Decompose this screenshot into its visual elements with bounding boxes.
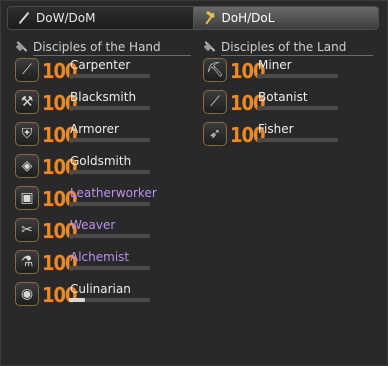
job-row-culinarian[interactable]: ◉ 100 Culinarian <box>15 282 185 312</box>
miner-icon[interactable]: ⛏ <box>203 58 227 82</box>
section-header-hand: Disciples of the Hand <box>15 40 191 56</box>
hammer-icon <box>15 41 29 53</box>
class-job-window: DoW/DoM DoH/DoL Disciples of the Hand Di… <box>0 0 388 366</box>
exp-bar <box>257 106 338 110</box>
divider <box>33 55 191 56</box>
section-title: Disciples of the Hand <box>33 40 161 54</box>
alchemist-icon[interactable]: ⚗ <box>15 250 39 274</box>
pickaxe-icon <box>204 12 216 24</box>
sickle-icon <box>203 41 217 53</box>
goldsmith-icon[interactable]: ◈ <box>15 154 39 178</box>
class-tab-bar: DoW/DoM DoH/DoL <box>7 6 379 30</box>
job-row-goldsmith[interactable]: ◈ 100 Goldsmith <box>15 154 185 184</box>
exp-bar <box>69 202 150 206</box>
botanist-icon[interactable]: ⟋ <box>203 90 227 114</box>
tab-label: DoH/DoL <box>221 11 275 25</box>
exp-bar <box>257 74 338 78</box>
exp-bar <box>257 138 338 142</box>
exp-bar <box>69 170 150 174</box>
job-name: Armorer <box>70 122 119 136</box>
tab-label: DoW/DoM <box>36 11 96 25</box>
job-name: Botanist <box>258 90 308 104</box>
job-name: Leatherworker <box>70 186 157 200</box>
job-row-armorer[interactable]: ⛨ 100 Armorer <box>15 122 185 152</box>
job-name: Carpenter <box>70 58 131 72</box>
divider <box>221 55 373 56</box>
exp-bar <box>69 106 150 110</box>
job-row-botanist[interactable]: ⟋ 100 Botanist <box>203 90 373 120</box>
job-name: Culinarian <box>70 282 131 296</box>
armorer-icon[interactable]: ⛨ <box>15 122 39 146</box>
exp-bar <box>69 234 150 238</box>
job-row-fisher[interactable]: ➶ 100 Fisher <box>203 122 373 152</box>
exp-bar <box>69 74 150 78</box>
job-row-miner[interactable]: ⛏ 100 Miner <box>203 58 373 88</box>
carpenter-icon[interactable]: ⟋ <box>15 58 39 82</box>
fisher-icon[interactable]: ➶ <box>203 122 227 146</box>
weaver-icon[interactable]: ✂ <box>15 218 39 242</box>
tab-dow-dom[interactable]: DoW/DoM <box>8 7 194 29</box>
sword-icon <box>18 12 30 24</box>
job-row-weaver[interactable]: ✂ 100 Weaver <box>15 218 185 248</box>
leatherworker-icon[interactable]: ▣ <box>15 186 39 210</box>
job-name: Fisher <box>258 122 294 136</box>
section-title: Disciples of the Land <box>221 40 347 54</box>
job-name: Miner <box>258 58 292 72</box>
section-header-land: Disciples of the Land <box>203 40 373 56</box>
exp-bar <box>69 266 150 270</box>
exp-bar <box>69 298 150 302</box>
job-name: Alchemist <box>70 250 130 264</box>
job-name: Weaver <box>70 218 116 232</box>
job-row-leatherworker[interactable]: ▣ 100 Leatherworker <box>15 186 185 216</box>
blacksmith-icon[interactable]: ⚒ <box>15 90 39 114</box>
job-row-alchemist[interactable]: ⚗ 100 Alchemist <box>15 250 185 280</box>
job-row-blacksmith[interactable]: ⚒ 100 Blacksmith <box>15 90 185 120</box>
exp-bar <box>69 138 150 142</box>
tab-doh-dol[interactable]: DoH/DoL <box>193 7 378 29</box>
job-row-carpenter[interactable]: ⟋ 100 Carpenter <box>15 58 185 88</box>
culinarian-icon[interactable]: ◉ <box>15 282 39 306</box>
exp-bar-fill <box>69 298 86 302</box>
job-name: Goldsmith <box>70 154 132 168</box>
job-name: Blacksmith <box>70 90 137 104</box>
